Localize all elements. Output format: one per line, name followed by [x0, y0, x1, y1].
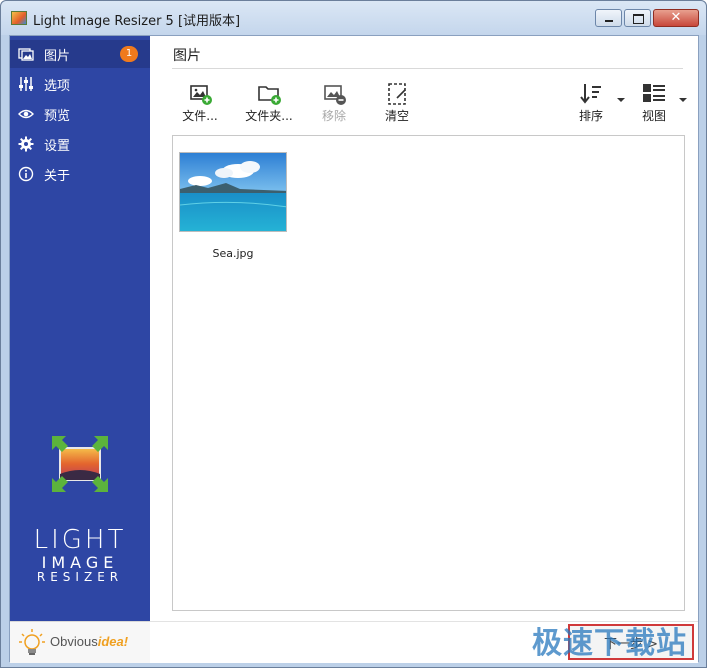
brand-footer[interactable]: Obviousidea! [10, 621, 150, 663]
gear-icon [18, 136, 34, 152]
sort-button[interactable]: 排序 [571, 82, 611, 128]
view-dropdown-icon[interactable] [679, 98, 687, 102]
caption-buttons: ✕ [595, 9, 699, 27]
info-icon [18, 166, 34, 182]
thumbnail-filename: Sea.jpg [212, 247, 254, 260]
page-title: 图片 [173, 48, 201, 64]
count-badge: 1 [120, 46, 138, 62]
images-icon [18, 48, 34, 61]
brand-part1: Obvious [50, 634, 98, 649]
close-button[interactable]: ✕ [653, 9, 699, 27]
title-bar[interactable]: Light Image Resizer 5 [试用版本] ✕ [1, 1, 706, 35]
sidebar: 图片 1 选项 预览 设置 关于 LIGHT IMAGE RESIZER [10, 36, 150, 621]
sidebar-item-options[interactable]: 选项 [10, 70, 150, 98]
app-icon [11, 11, 27, 25]
sidebar-item-settings[interactable]: 设置 [10, 130, 150, 158]
add-folder-icon [258, 86, 281, 105]
sidebar-item-preview[interactable]: 预览 [10, 100, 150, 128]
sort-label: 排序 [578, 109, 603, 123]
view-button[interactable]: 视图 [634, 82, 674, 128]
sidebar-item-label: 选项 [44, 78, 71, 94]
sort-icon [580, 84, 601, 104]
sort-dropdown-icon[interactable] [617, 98, 625, 102]
sidebar-item-label: 图片 [44, 48, 71, 64]
client-area: 图片 1 选项 预览 设置 关于 LIGHT IMAGE RESIZER Obv… [9, 35, 699, 663]
file-list[interactable]: Sea.jpg [172, 135, 685, 611]
remove-label: 移除 [321, 109, 346, 123]
watermark-text: 极速下载站 [532, 626, 687, 661]
maximize-button[interactable] [624, 9, 651, 27]
brand-part2: idea! [97, 634, 129, 649]
add-folder-label: 文件夹... [245, 109, 293, 123]
view-label: 视图 [641, 109, 666, 123]
lightbulb-icon [19, 629, 45, 655]
remove-image-icon [324, 85, 346, 105]
sidebar-item-label: 预览 [44, 108, 71, 124]
close-icon: ✕ [670, 10, 682, 25]
minimize-button[interactable] [595, 9, 622, 27]
clear-label: 清空 [384, 109, 409, 123]
image-thumbnail[interactable] [179, 152, 287, 232]
add-files-label: 文件... [182, 109, 218, 123]
clear-button[interactable]: 清空 [377, 82, 417, 128]
main-panel: 图片 文件... 文件夹... 移除 清空 排序 视图 Sea.jpg [150, 36, 698, 621]
eye-icon [18, 109, 34, 119]
logo-text-resizer: RESIZER [36, 570, 124, 584]
app-logo-icon [52, 436, 108, 492]
app-window: Light Image Resizer 5 [试用版本] ✕ 图片 1 选项 预… [0, 0, 707, 668]
sea-picture [180, 153, 286, 231]
sidebar-item-label: 设置 [44, 138, 71, 154]
sidebar-item-label: 关于 [44, 168, 71, 184]
sliders-icon [19, 77, 33, 91]
remove-button[interactable]: 移除 [314, 82, 354, 128]
add-files-button[interactable]: 文件... [176, 82, 224, 128]
sidebar-item-about[interactable]: 关于 [10, 160, 150, 188]
logo-text-light: LIGHT [33, 525, 127, 555]
brand-name: Obviousidea! [50, 634, 128, 649]
window-title: Light Image Resizer 5 [试用版本] [33, 14, 241, 29]
view-icon [643, 84, 665, 102]
add-image-icon [190, 85, 212, 105]
sidebar-item-images[interactable]: 图片 1 [10, 40, 150, 68]
clear-icon [388, 83, 406, 105]
add-folder-button[interactable]: 文件夹... [239, 82, 299, 128]
title-divider [172, 68, 683, 69]
